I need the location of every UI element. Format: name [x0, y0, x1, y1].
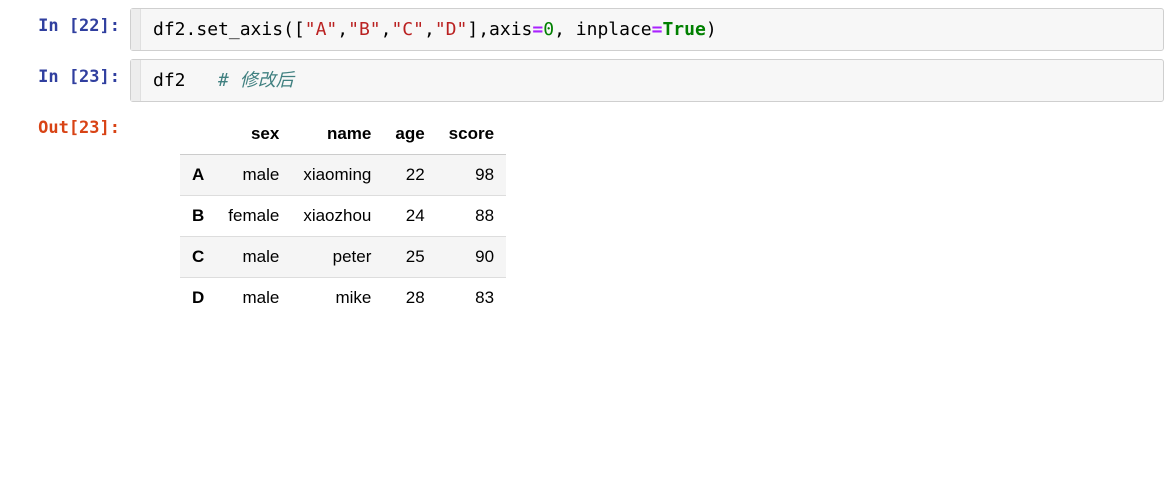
- table-cell: male: [216, 155, 291, 196]
- output-area: sex name age score A male xiaoming 22 98…: [130, 110, 1164, 322]
- code-token: [: [294, 19, 305, 40]
- table-cell: male: [216, 237, 291, 278]
- table-cell: 22: [383, 155, 436, 196]
- code-token: # 修改后: [218, 70, 294, 91]
- code-token: ,: [554, 19, 576, 40]
- code-token: set_axis: [196, 19, 283, 40]
- column-header: age: [383, 114, 436, 155]
- output-prompt: Out[23]:: [0, 110, 130, 138]
- table-row: C male peter 25 90: [180, 237, 506, 278]
- code-token: df2: [153, 19, 186, 40]
- code-token: "C": [391, 19, 424, 40]
- code-gutter: [131, 60, 141, 101]
- code-token: ,: [381, 19, 392, 40]
- table-row: A male xiaoming 22 98: [180, 155, 506, 196]
- input-prompt: In [23]:: [0, 59, 130, 87]
- table-cell: 83: [437, 278, 506, 319]
- table-cell: 90: [437, 237, 506, 278]
- code-token: ]: [467, 19, 478, 40]
- code-token: [186, 70, 219, 91]
- code-input-area[interactable]: df2 # 修改后: [130, 59, 1164, 102]
- code-input-area[interactable]: df2.set_axis(["A","B","C","D"],axis=0, i…: [130, 8, 1164, 51]
- table-corner: [180, 114, 216, 155]
- row-index: D: [180, 278, 216, 319]
- table-cell: peter: [291, 237, 383, 278]
- code-token: .: [186, 19, 197, 40]
- code-token: "B": [348, 19, 381, 40]
- code-token: =: [652, 19, 663, 40]
- code-token: =: [532, 19, 543, 40]
- code-token: True: [662, 19, 705, 40]
- code-token: ,: [478, 19, 489, 40]
- code-gutter: [131, 9, 141, 50]
- code-token: df2: [153, 70, 186, 91]
- input-prompt: In [22]:: [0, 8, 130, 36]
- code-token: inplace: [576, 19, 652, 40]
- output-cell: Out[23]: sex name age score A male xiaom…: [0, 110, 1164, 322]
- table-row: B female xiaozhou 24 88: [180, 196, 506, 237]
- table-cell: xiaozhou: [291, 196, 383, 237]
- code-content[interactable]: df2 # 修改后: [141, 60, 1163, 101]
- row-index: C: [180, 237, 216, 278]
- column-header: name: [291, 114, 383, 155]
- table-cell: female: [216, 196, 291, 237]
- table-cell: 88: [437, 196, 506, 237]
- code-token: ,: [337, 19, 348, 40]
- table-cell: 25: [383, 237, 436, 278]
- table-cell: 28: [383, 278, 436, 319]
- table-cell: xiaoming: [291, 155, 383, 196]
- row-index: A: [180, 155, 216, 196]
- code-content[interactable]: df2.set_axis(["A","B","C","D"],axis=0, i…: [141, 9, 1163, 50]
- code-token: "D": [435, 19, 468, 40]
- row-index: B: [180, 196, 216, 237]
- code-token: (: [283, 19, 294, 40]
- column-header: sex: [216, 114, 291, 155]
- column-header: score: [437, 114, 506, 155]
- table-cell: mike: [291, 278, 383, 319]
- table-row: D male mike 28 83: [180, 278, 506, 319]
- table-cell: male: [216, 278, 291, 319]
- code-token: ,: [424, 19, 435, 40]
- code-token: "A": [305, 19, 338, 40]
- dataframe-table: sex name age score A male xiaoming 22 98…: [180, 114, 506, 318]
- table-cell: 98: [437, 155, 506, 196]
- code-token: axis: [489, 19, 532, 40]
- code-token: ): [706, 19, 717, 40]
- table-header-row: sex name age score: [180, 114, 506, 155]
- code-token: 0: [543, 19, 554, 40]
- code-cell: In [22]: df2.set_axis(["A","B","C","D"],…: [0, 8, 1164, 51]
- table-cell: 24: [383, 196, 436, 237]
- code-cell: In [23]: df2 # 修改后: [0, 59, 1164, 102]
